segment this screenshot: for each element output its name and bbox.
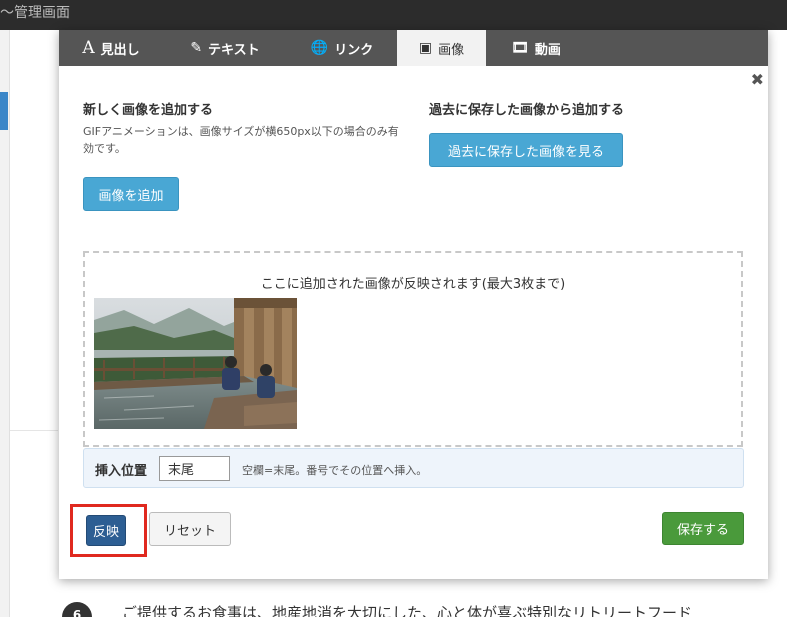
tab-text[interactable]: ✎ テキスト: [163, 30, 287, 66]
editor-tab-bar: A 見出し ✎ テキスト 🌐 リンク ▣ 画像 🎞 動画: [59, 30, 768, 66]
image-icon: ▣: [418, 40, 433, 56]
image-thumbnail[interactable]: [94, 298, 297, 429]
globe-icon: 🌐: [310, 40, 329, 56]
tab-heading-label: 見出し: [100, 42, 140, 58]
reset-button[interactable]: リセット: [149, 512, 231, 546]
reflect-highlight-box: 反映: [70, 504, 147, 557]
reflect-button[interactable]: 反映: [86, 515, 126, 546]
insert-position-input[interactable]: [159, 456, 230, 481]
image-dropzone[interactable]: ここに追加された画像が反映されます(最大3枚まで): [83, 251, 743, 447]
tab-video[interactable]: 🎞 動画: [486, 30, 586, 66]
app-topbar: 〜管理画面: [0, 0, 787, 30]
app-title: 〜管理画面: [0, 5, 70, 21]
insert-position-hint: 空欄=末尾。番号でその位置へ挿入。: [242, 464, 428, 477]
heading-icon: A: [82, 38, 95, 58]
background-divider: [10, 430, 58, 431]
insert-position-bar: 挿入位置 空欄=末尾。番号でその位置へ挿入。: [83, 448, 744, 488]
save-button[interactable]: 保存する: [662, 512, 744, 545]
tab-image[interactable]: ▣ 画像: [397, 30, 486, 66]
image-editor-modal: A 見出し ✎ テキスト 🌐 リンク ▣ 画像 🎞 動画 ✖ 新しく画像を追加す…: [59, 30, 768, 579]
background-sidebar-accent: [0, 92, 8, 130]
item-number-badge: 6: [62, 602, 92, 617]
item-text: ご提供するお食事は、地産地消を大切にした、心と体が喜ぶ特別なリトリートフード: [122, 604, 693, 617]
pencil-icon: ✎: [190, 40, 203, 56]
tab-text-label: テキスト: [208, 42, 260, 58]
tab-heading[interactable]: A 見出し: [59, 30, 163, 66]
tab-image-label: 画像: [438, 42, 465, 58]
tab-link[interactable]: 🌐 リンク: [287, 30, 397, 66]
view-saved-images-button[interactable]: 過去に保存した画像を見る: [429, 133, 623, 167]
insert-position-label: 挿入位置: [95, 464, 148, 479]
film-icon: 🎞: [511, 40, 529, 56]
close-icon[interactable]: ✖: [751, 70, 764, 89]
history-section-title: 過去に保存した画像から追加する: [429, 103, 625, 118]
dropzone-text: ここに追加された画像が反映されます(最大3枚まで): [260, 277, 566, 292]
upload-section-title: 新しく画像を追加する: [83, 103, 214, 118]
tab-video-label: 動画: [534, 42, 561, 58]
add-image-button[interactable]: 画像を追加: [83, 177, 179, 211]
background-list-item: 6 ご提供するお食事は、地産地消を大切にした、心と体が喜ぶ特別なリトリートフード: [62, 596, 787, 617]
tab-link-label: リンク: [334, 42, 374, 58]
hot-spring-photo: [94, 298, 297, 429]
gif-note: GIFアニメーションは、画像サイズが横650px以下の場合のみ有効です。: [83, 125, 399, 155]
